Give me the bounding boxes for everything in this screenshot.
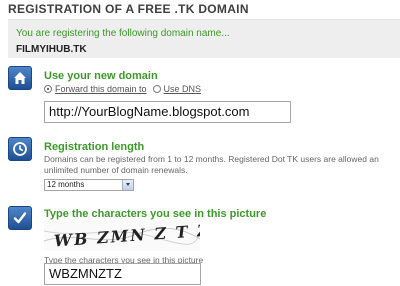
- forward-url-input[interactable]: http://YourBlogName.blogspot.com: [44, 101, 291, 123]
- forward-radio[interactable]: [44, 85, 52, 93]
- length-description: Domains can be registered from 1 to 12 m…: [44, 154, 379, 175]
- captcha-text: WB ZMN Z T Z: [53, 221, 200, 250]
- domain-banner: You are registering the following domain…: [8, 19, 400, 58]
- checkmark-icon: [8, 206, 32, 230]
- chevron-down-icon[interactable]: [122, 180, 133, 190]
- banner-domain-name: FILMYIHUB.TK: [16, 44, 87, 55]
- dns-radio-label[interactable]: Use DNS: [164, 84, 202, 94]
- dns-radio[interactable]: [152, 85, 161, 93]
- forward-radio-label[interactable]: Forward this domain to: [55, 84, 147, 94]
- page-title: REGISTRATION OF A FREE .TK DOMAIN: [8, 2, 249, 16]
- domain-section-heading: Use your new domain: [44, 70, 158, 82]
- clock-icon: [8, 137, 32, 161]
- captcha-image: WB ZMN Z T Z: [44, 221, 200, 251]
- domain-option-group: Forward this domain to Use DNS: [44, 84, 207, 94]
- length-select[interactable]: 12 months: [44, 179, 134, 191]
- length-section-heading: Registration length: [44, 141, 145, 153]
- captcha-section-heading: Type the characters you see in this pict…: [44, 208, 267, 220]
- captcha-input[interactable]: WBZMNZTZ: [44, 263, 201, 285]
- banner-message: You are registering the following domain…: [16, 28, 230, 39]
- home-icon: [8, 66, 32, 90]
- length-select-value: 12 months: [47, 180, 85, 189]
